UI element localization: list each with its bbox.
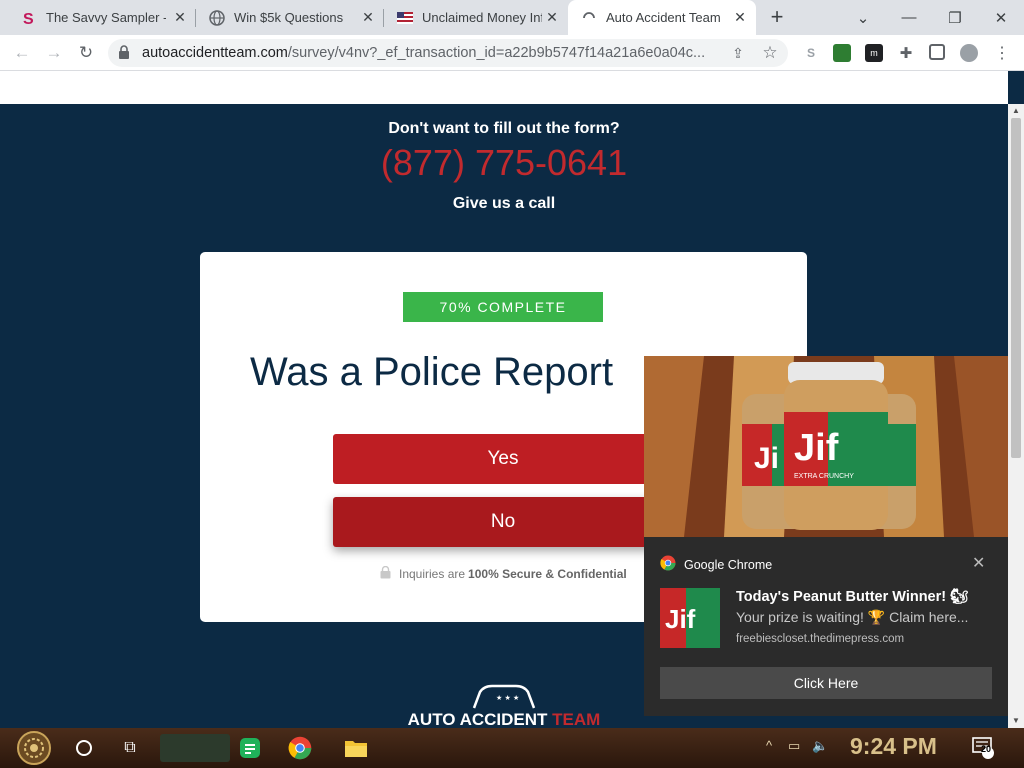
notification-close-icon[interactable]: ✕ [972, 553, 985, 573]
jif-logo-icon: Jif [660, 588, 720, 648]
tab-strip: S The Savvy Sampler - ✕ Win $5k Question… [0, 0, 1024, 35]
padlock-icon [380, 565, 391, 582]
new-tab-button[interactable]: + [764, 5, 790, 31]
svg-text:Jif: Jif [665, 604, 696, 634]
reload-icon[interactable]: ↻ [72, 39, 100, 67]
notification-site: freebiescloset.thedimepress.com [736, 633, 905, 645]
forward-arrow-icon[interactable]: → [40, 39, 68, 67]
secure-notice: Inquiries are 100% Secure & Confidential [380, 565, 630, 582]
logo-wordmark: AUTO ACCIDENT TEAM [404, 710, 604, 728]
savvy-s-icon: S [21, 10, 37, 26]
logo-word-red: TEAM [552, 710, 601, 728]
tab-savvy-sampler[interactable]: S The Savvy Sampler - ✕ [8, 0, 196, 35]
question-heading: Was a Police Report [250, 350, 614, 394]
page-top-strip [0, 71, 1008, 104]
svg-text:EXTRA CRUNCHY: EXTRA CRUNCHY [794, 473, 854, 480]
back-arrow-icon[interactable]: ← [8, 39, 36, 67]
secure-prefix: Inquiries are [399, 567, 466, 581]
svg-text:★ ★ ★: ★ ★ ★ [496, 694, 519, 702]
file-explorer-icon[interactable] [342, 734, 370, 762]
jif-jar-center: Jif EXTRA CRUNCHY [784, 362, 888, 530]
browser-toolbar: ← → ↻ autoaccidentteam.com/survey/v4nv?_… [0, 35, 1024, 71]
taskbar-search-box[interactable] [160, 734, 230, 762]
notification-body: Your prize is waiting! 🏆 Claim here... [736, 609, 969, 625]
url-path: /survey/v4nv?_ef_transaction_id=a22b9b57… [287, 45, 706, 61]
no-label: No [490, 511, 516, 532]
progress-badge: 70% COMPLETE [403, 292, 603, 322]
close-tab-icon[interactable]: ✕ [544, 9, 560, 25]
secure-bold-text: 100% Secure & Confidential [468, 567, 627, 581]
tab-auto-accident-team[interactable]: Auto Accident Team ✕ [568, 0, 756, 35]
green-notes-app-icon[interactable] [236, 734, 264, 762]
car-outline-icon: ★ ★ ★ [472, 684, 536, 709]
globe-icon [209, 9, 225, 26]
action-center-count: 20 [981, 744, 992, 754]
show-hidden-icons-icon[interactable]: ^ [766, 738, 772, 753]
call-prompt: Don't want to fill out the form? [388, 120, 620, 137]
url-text[interactable]: autoaccidentteam.com/survey/v4nv?_ef_tra… [142, 45, 724, 61]
side-panel-icon[interactable] [929, 44, 945, 60]
tab-title: Unclaimed Money Inf [422, 10, 542, 25]
svg-text:Ji: Ji [754, 442, 779, 475]
volume-muted-icon[interactable]: 🔈 [812, 738, 828, 754]
tab-win-5k[interactable]: Win $5k Questions ✕ [196, 0, 384, 35]
taskbar-clock[interactable]: 9:24 PM [850, 733, 937, 760]
address-bar[interactable]: autoaccidentteam.com/survey/v4nv?_ef_tra… [108, 39, 788, 67]
windows-taskbar: ⧉ ^ ▭ 🔈 9:24 PM 20 [0, 728, 1024, 768]
task-view-icon[interactable]: ⧉ [116, 734, 144, 762]
scrollbar-thumb[interactable] [1011, 118, 1021, 458]
yes-button[interactable]: Yes [333, 434, 673, 484]
auto-accident-team-logo: ★ ★ ★ AUTO ACCIDENT TEAM [404, 680, 604, 728]
close-tab-icon[interactable]: ✕ [360, 9, 376, 25]
page-scrollbar[interactable]: ▲ ▼ [1008, 104, 1024, 728]
us-flag-icon [397, 10, 413, 26]
chrome-logo-icon [660, 555, 676, 574]
menu-kebab-icon[interactable]: ⋮ [993, 44, 1011, 62]
minimize-icon[interactable]: — [886, 0, 932, 35]
close-tab-icon[interactable]: ✕ [172, 9, 188, 25]
restore-icon[interactable]: ❐ [932, 0, 978, 35]
tab-unclaimed-money[interactable]: Unclaimed Money Inf ✕ [384, 0, 568, 35]
loading-spinner-icon [581, 10, 597, 26]
chrome-taskbar-icon[interactable] [286, 734, 314, 762]
lock-icon[interactable] [118, 45, 130, 65]
notification-source-label: Google Chrome [684, 557, 773, 572]
close-tab-icon[interactable]: ✕ [732, 9, 748, 25]
svg-text:Jif: Jif [794, 427, 839, 469]
tab-title: The Savvy Sampler - [46, 10, 166, 25]
extension-green-icon[interactable] [833, 44, 851, 62]
scroll-down-arrow-icon[interactable]: ▼ [1011, 716, 1021, 726]
tab-title: Auto Accident Team [606, 10, 721, 25]
no-button[interactable]: No [333, 497, 673, 547]
logo-word-white: AUTO ACCIDENT [407, 710, 548, 728]
profile-avatar-icon[interactable] [960, 44, 978, 62]
start-button-icon[interactable] [14, 730, 54, 766]
phone-number-link[interactable]: (877) 775-0641 [0, 142, 1008, 184]
extensions-puzzle-icon[interactable]: ✚ [897, 44, 915, 62]
close-window-icon[interactable]: ✕ [978, 0, 1024, 35]
click-here-button[interactable]: Click Here [660, 667, 992, 699]
share-icon[interactable]: ⇪ [724, 39, 752, 67]
notification-hero-image[interactable]: Ji fo Jif EXTRA CRUNCHY [644, 356, 1008, 537]
scroll-up-arrow-icon[interactable]: ▲ [1011, 106, 1021, 116]
svg-text:S: S [23, 11, 34, 26]
tab-search-icon[interactable]: ⌄ [840, 0, 886, 35]
url-host: autoaccidentteam.com [142, 45, 288, 61]
extension-s-icon[interactable]: S [802, 44, 820, 62]
extension-m-icon[interactable]: m [865, 44, 883, 62]
notification-title: Today's Peanut Butter Winner! 🐿 [736, 589, 969, 605]
call-cta: Give us a call [452, 195, 556, 212]
chrome-notification[interactable]: Ji fo Jif EXTRA CRUNCHY Google Chrome ✕ … [644, 356, 1008, 716]
bookmark-star-icon[interactable]: ☆ [756, 39, 784, 67]
notification-source: Google Chrome [660, 555, 772, 574]
action-center-icon[interactable]: 20 [970, 734, 998, 762]
tab-title: Win $5k Questions [234, 10, 344, 25]
network-icon[interactable]: ▭ [788, 738, 800, 754]
cortana-search-icon[interactable] [70, 734, 98, 762]
